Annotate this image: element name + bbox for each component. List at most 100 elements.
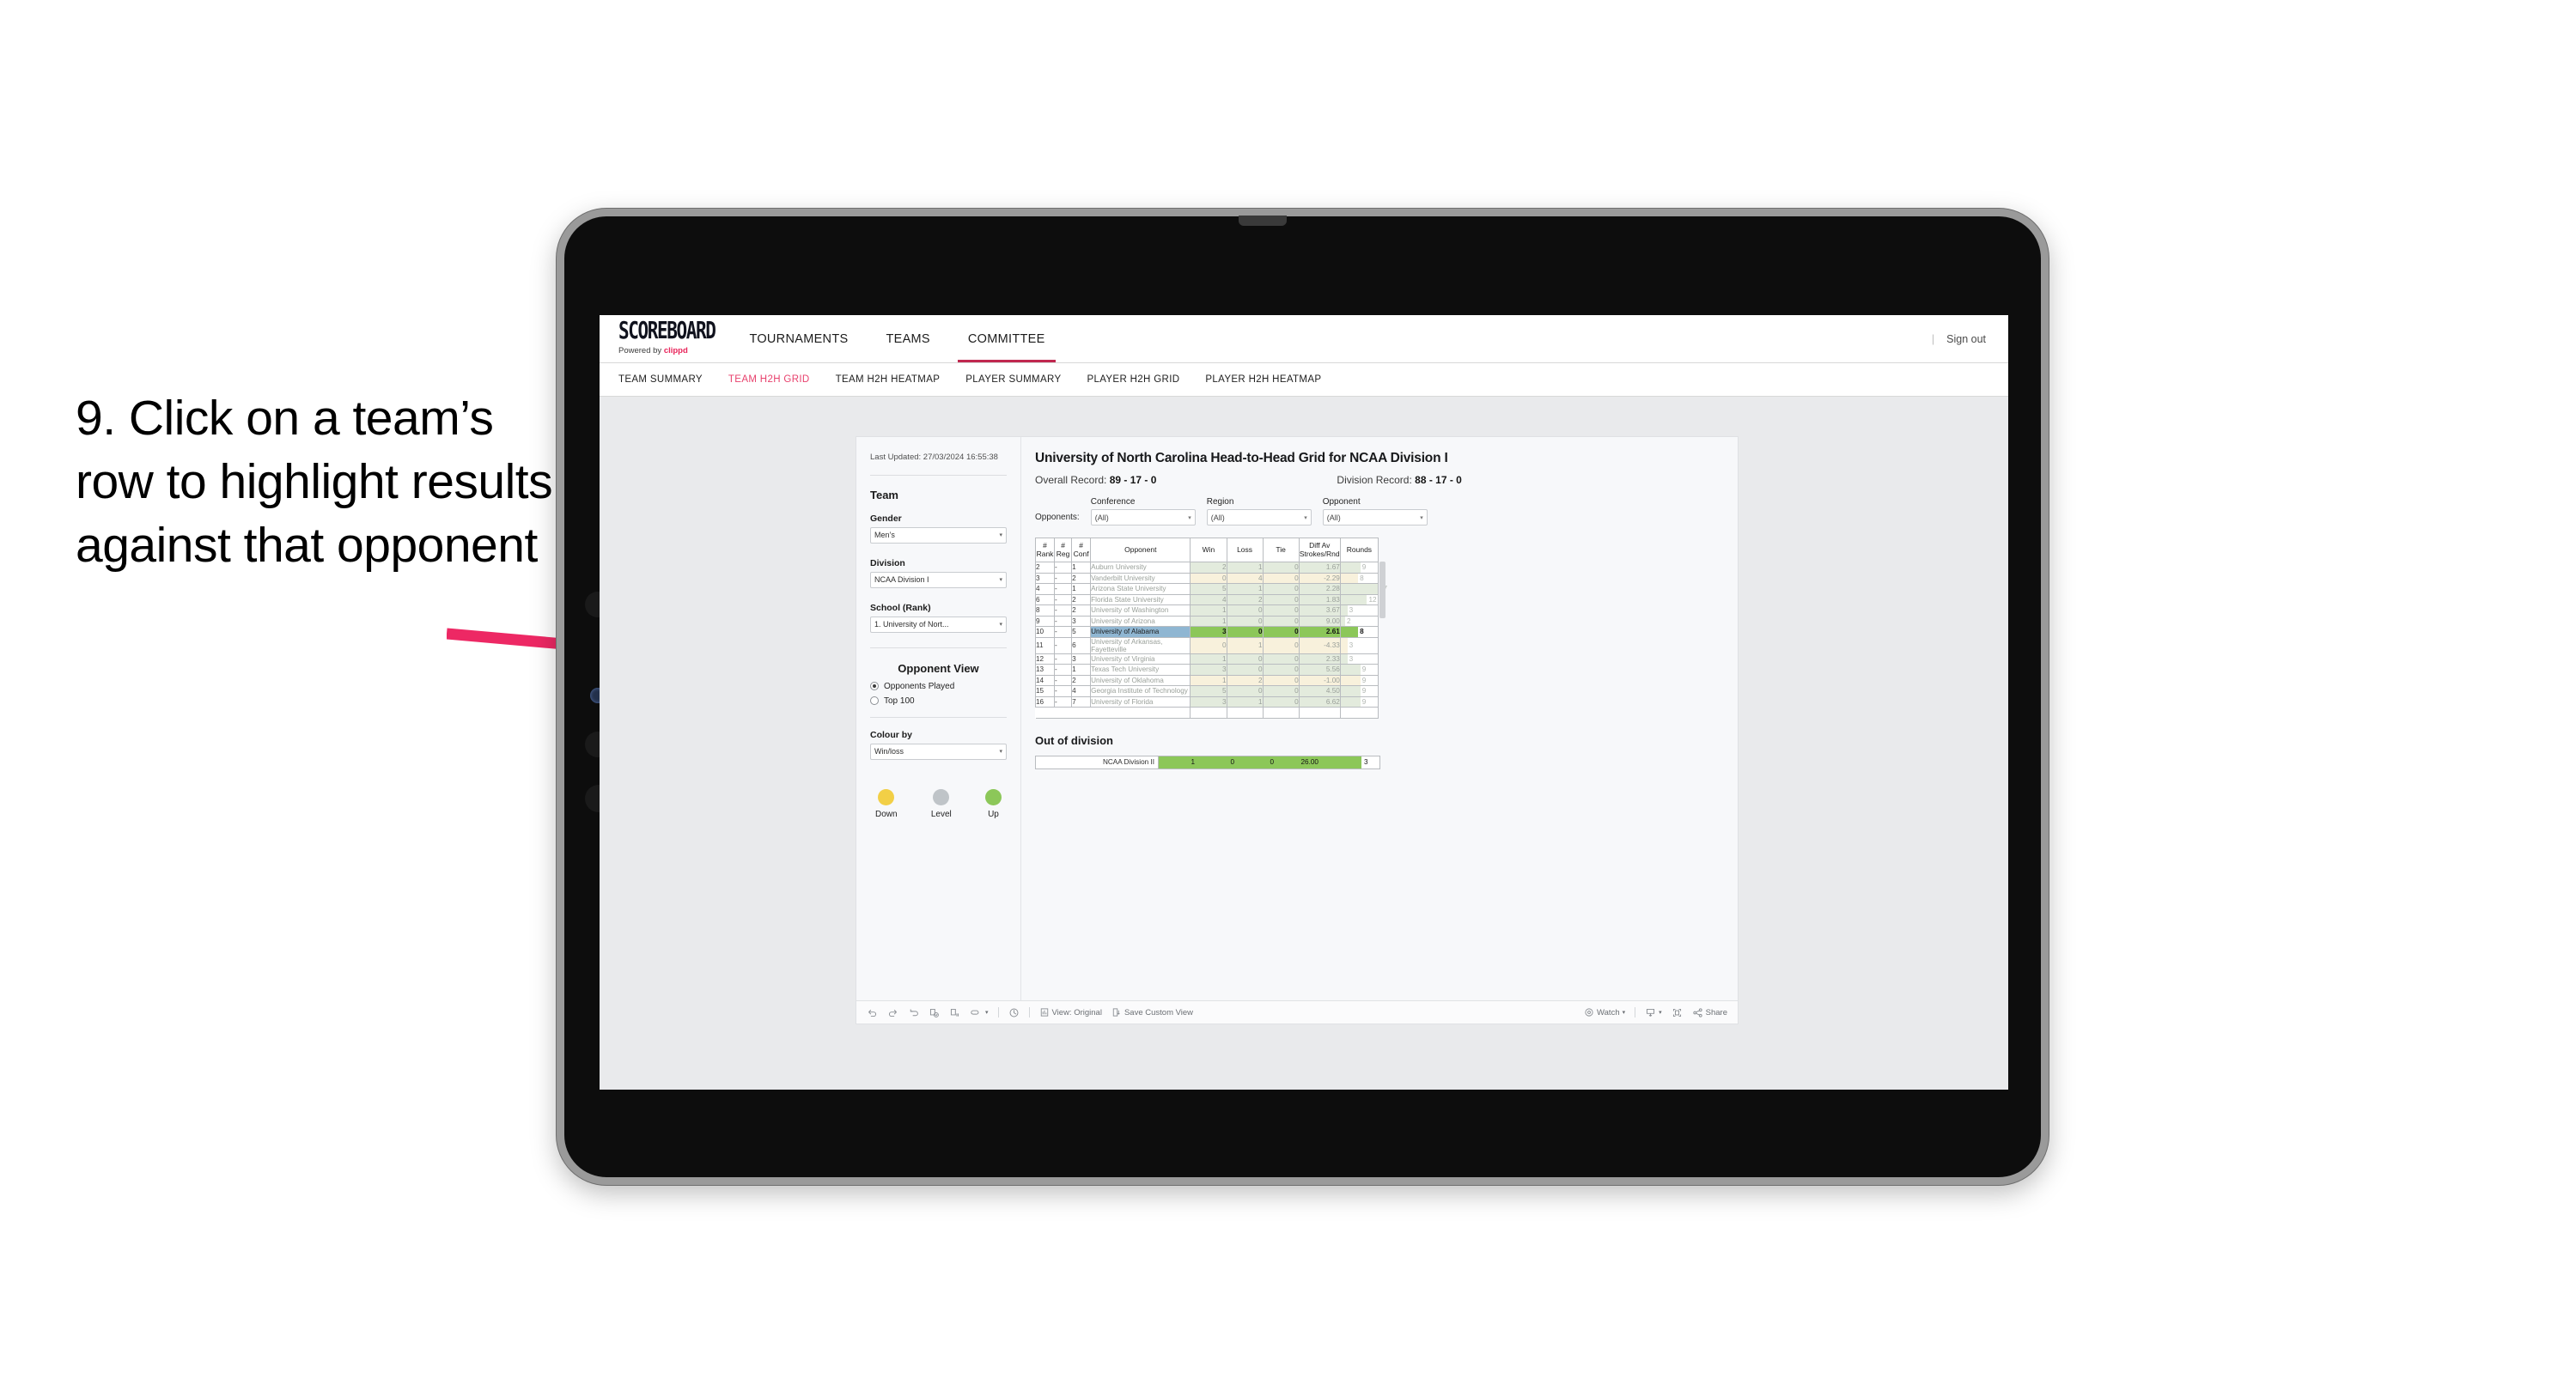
subtab-player-summary[interactable]: PLAYER SUMMARY [965, 374, 1061, 385]
fullscreen-icon[interactable] [1672, 1007, 1683, 1018]
ood-label: NCAA Division II [1036, 756, 1159, 768]
cell-rank: 16 [1034, 696, 1056, 708]
nav-tab-teams[interactable]: TEAMS [867, 315, 948, 362]
cell-win: 0 [1190, 572, 1227, 584]
table-row[interactable]: 10-5 University of Alabama 3 0 0 2.61 8 [1034, 626, 1379, 638]
redo-icon[interactable] [887, 1007, 898, 1018]
cell-opponent: Texas Tech University [1090, 664, 1191, 676]
rounds-value: 9 [1361, 563, 1367, 572]
opponent-select[interactable]: (All) ▾ [1322, 509, 1428, 525]
table-row[interactable]: 13-1 Texas Tech University 3 0 0 5.56 9 [1034, 664, 1379, 676]
filter-region: Region (All) ▾ [1206, 497, 1312, 525]
refresh-icon[interactable] [929, 1007, 940, 1018]
cell-rank: 9 [1034, 615, 1056, 627]
dashboard-canvas: Last Updated: 27/03/2024 16:55:38 Team G… [600, 397, 2008, 1090]
watch-label: Watch [1597, 1007, 1620, 1017]
rounds-bar [1340, 594, 1367, 604]
rounds-value: 3 [1349, 654, 1354, 663]
last-updated-text: Last Updated: 27/03/2024 16:55:38 [870, 453, 998, 462]
cell-reg: - [1054, 562, 1073, 574]
col-loss[interactable]: Loss [1226, 538, 1264, 562]
subtab-player-h2h-grid[interactable]: PLAYER H2H GRID [1087, 374, 1179, 385]
cell-loss: 0 [1226, 604, 1264, 617]
table-row[interactable]: 12-3 University of Virginia 1 0 0 2.33 3 [1034, 653, 1379, 665]
subtab-player-h2h-heatmap[interactable]: PLAYER H2H HEATMAP [1205, 374, 1321, 385]
table-row[interactable]: 16-7 University of Florida 3 1 0 6.62 9 [1034, 696, 1379, 708]
cell-opponent: University of Virginia [1090, 653, 1191, 665]
overall-record-value: 89 - 17 - 0 [1109, 474, 1157, 486]
cell-conf: 7 [1071, 696, 1092, 708]
scoreboard-logo[interactable]: SCOREBOARD Powered by clippd [600, 315, 730, 362]
school-select[interactable]: 1. University of Nort... ▾ [870, 616, 1007, 633]
cell-conf: 3 [1071, 615, 1092, 627]
nav-tab-committee[interactable]: COMMITTEE [949, 315, 1064, 362]
out-of-division-row[interactable]: NCAA Division II 1 0 0 26.00 3 [1035, 755, 1380, 769]
table-row[interactable]: 4-1Arizona State University5102.2817 [1034, 583, 1387, 595]
colour-by-select[interactable]: Win/loss ▾ [870, 743, 1007, 760]
subtab-team-h2h-grid[interactable]: TEAM H2H GRID [728, 374, 810, 385]
table-row[interactable]: 11-6 University of Arkansas, Fayetteville… [1034, 636, 1379, 654]
vertical-scrollbar[interactable] [1379, 562, 1385, 618]
col-rank[interactable]: # Rank [1034, 538, 1056, 562]
padding-cell [1071, 707, 1091, 719]
cell-conf: 1 [1071, 583, 1092, 595]
table-row[interactable]: 3-2 Vanderbilt University 0 4 0 -2.29 8 [1034, 572, 1379, 584]
undo-icon[interactable] [867, 1007, 878, 1018]
conference-select[interactable]: (All) ▾ [1090, 509, 1196, 525]
col-diff-av-strokes[interactable]: Diff Av Strokes/Rnd [1298, 538, 1341, 562]
col-opponent[interactable]: Opponent [1090, 538, 1191, 562]
divider [870, 647, 1007, 648]
region-select[interactable]: (All) ▾ [1206, 509, 1312, 525]
watch-button[interactable]: Watch ▾ [1584, 1007, 1625, 1017]
save-custom-view-button[interactable]: Save Custom View [1111, 1007, 1193, 1017]
table-row[interactable]: 8-2 University of Washington 1 0 0 3.67 3 [1034, 604, 1379, 617]
col-win[interactable]: Win [1190, 538, 1227, 562]
pause-icon[interactable] [949, 1007, 960, 1018]
signout-link[interactable]: Sign out [1946, 333, 1986, 345]
school-value: 1. University of Nort... [874, 620, 949, 629]
table-row[interactable]: 2-1 Auburn University 2 1 0 1.67 9 [1034, 562, 1379, 574]
cell-rounds: 8 [1339, 626, 1379, 638]
col-conf[interactable]: # Conf [1071, 538, 1092, 562]
revert-icon[interactable] [908, 1007, 919, 1018]
table-row[interactable]: 9-3 University of Arizona 1 0 0 9.00 2 [1034, 615, 1379, 627]
col-tie[interactable]: Tie [1262, 538, 1300, 562]
cell-win: 5 [1190, 583, 1227, 595]
opponents-label: Opponents: [1035, 513, 1080, 522]
records-row: Overall Record: 89 - 17 - 0 Division Rec… [1035, 474, 1738, 486]
h2h-grid-table: # Rank # Reg # Conf Opponent Win Loss Tie D… [1034, 538, 1387, 719]
cell-loss: 2 [1226, 674, 1264, 686]
col-reg[interactable]: # Reg [1054, 538, 1073, 562]
chevron-down-icon: ▾ [999, 749, 1002, 756]
nav-tab-tournaments[interactable]: TOURNAMENTS [730, 315, 867, 362]
table-row[interactable]: 6-2 Florida State University 4 2 0 1.83 12 [1034, 593, 1379, 605]
grid-content-area: University of North Carolina Head-to-Hea… [1021, 437, 1738, 1000]
cell-rank: 6 [1034, 593, 1056, 605]
gender-select[interactable]: Men’s ▾ [870, 526, 1007, 544]
subtab-team-h2h-heatmap[interactable]: TEAM H2H HEATMAP [836, 374, 941, 385]
download-icon[interactable]: ▾ [1645, 1007, 1662, 1018]
radio-opponents-played[interactable]: Opponents Played [870, 682, 1007, 691]
alerts-icon[interactable] [1008, 1007, 1020, 1018]
legend-circle-level-icon [933, 788, 950, 805]
radio-top-100[interactable]: Top 100 [870, 696, 1007, 706]
cell-reg: - [1054, 604, 1073, 617]
cell-loss: 0 [1226, 615, 1264, 627]
separator: | [1931, 332, 1935, 345]
filter-label: Opponent [1322, 497, 1361, 507]
tablet-device-frame: SCOREBOARD Powered by clippd TOURNAMENTS… [557, 209, 2049, 1185]
instruction-annotation: 9. Click on a team’s row to highlight re… [76, 391, 553, 574]
division-select[interactable]: NCAA Division I ▾ [870, 571, 1007, 588]
team-section-heading: Team [870, 488, 898, 501]
col-rounds[interactable]: Rounds [1339, 538, 1379, 562]
rounds-value: 9 [1361, 687, 1367, 696]
cell-rank: 15 [1034, 685, 1056, 697]
cell-opponent: University of Washington [1090, 604, 1191, 617]
table-row[interactable]: 14-2 University of Oklahoma 1 2 0 -1.00 9 [1034, 674, 1379, 686]
subtab-team-summary[interactable]: TEAM SUMMARY [618, 374, 703, 385]
view-original-button[interactable]: View: Original [1039, 1007, 1102, 1017]
table-row[interactable]: 15-4 Georgia Institute of Technology 5 0 0 4.… [1034, 685, 1379, 697]
highlight-icon[interactable]: ▾ [970, 1007, 989, 1018]
share-button[interactable]: Share [1692, 1007, 1727, 1018]
padding-cell [1226, 707, 1264, 719]
